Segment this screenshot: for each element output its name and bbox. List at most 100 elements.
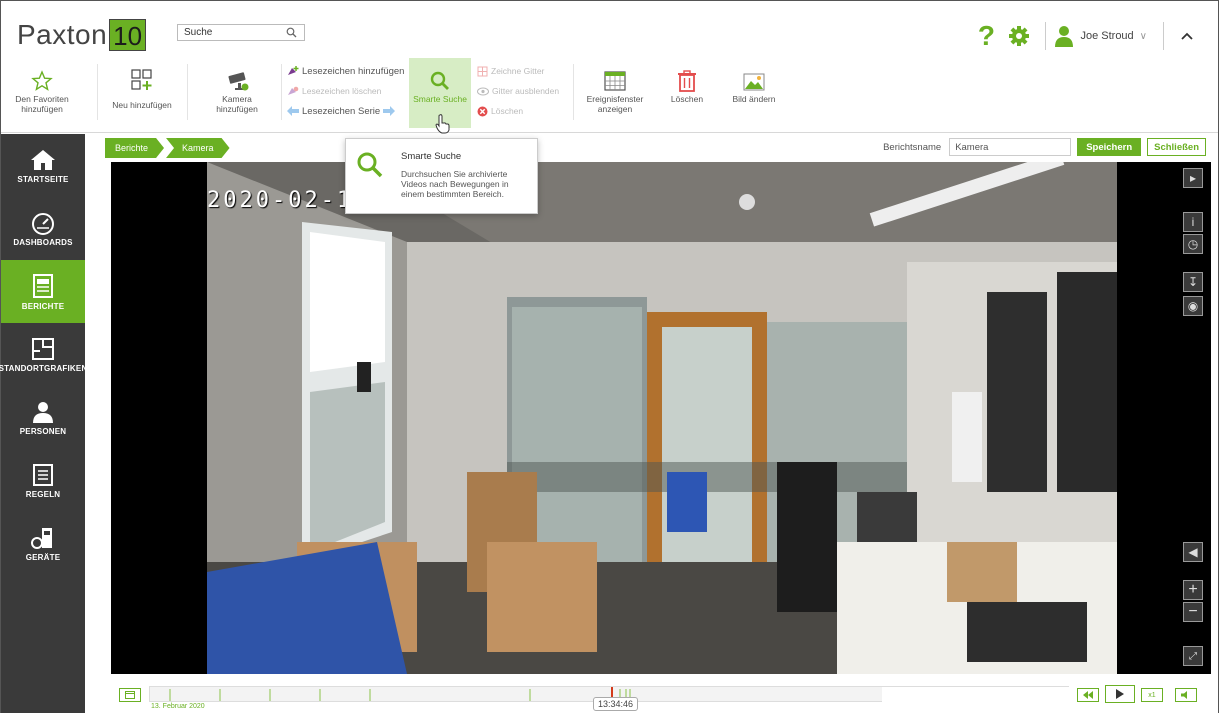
gear-icon[interactable] [1001,25,1037,47]
delete-button[interactable]: Löschen [665,58,709,128]
rewind-icon [1083,691,1093,699]
app-window: Paxton 10 ? [0,0,1219,713]
ribbon-toolbar: Den Favoriten hinzufügen Neu hinzufügen … [1,58,801,134]
download-icon[interactable]: ↧ [1183,272,1203,292]
search-box[interactable] [177,24,305,41]
header-actions: ? Joe Stroud ∨ [971,19,1202,53]
sidebar-item-label: GERÄTE [25,552,61,562]
chevron-up-icon[interactable] [1172,31,1202,41]
delete-bookmark-label: Lesezeichen löschen [302,86,382,96]
add-bookmark-button[interactable]: Lesezeichen hinzufügen [287,64,404,78]
trash-icon [678,70,696,92]
gauge-icon [32,212,54,235]
add-new-label: Neu hinzufügen [112,100,172,110]
camera-video-frame [207,162,1117,674]
breadcrumb-camera[interactable]: Kamera [166,138,230,158]
magnifier-icon [356,151,384,184]
event-window-button[interactable]: Ereignisfenster anzeigen [581,58,649,128]
delete-label: Löschen [670,94,704,104]
hide-grid-button[interactable]: Gitter ausblenden [477,84,559,98]
bookmark-series-label: Lesezeichen Serie [302,105,381,117]
add-favorites-button[interactable]: Den Favoriten hinzufügen [9,58,75,128]
snapshot-camera-icon[interactable]: ◉ [1183,296,1203,316]
rewind-button[interactable] [1077,688,1099,702]
add-grid-icon [131,69,152,90]
timeline[interactable]: 13. Februar 2020 13:34:46 x1 [111,682,1211,711]
search-icon[interactable] [282,25,300,40]
zoom-in-icon[interactable]: + [1183,580,1203,600]
sidebar-item-people[interactable]: PERSONEN [1,386,85,449]
audio-icon[interactable]: ◀ [1183,542,1203,562]
fullscreen-icon[interactable]: ⤢ [1183,646,1203,666]
sidebar: STARTSEITE DASHBOARDS BERICHTE STANDORTG… [0,134,88,713]
bookmark-delete-icon [288,86,299,95]
divider [1045,22,1047,50]
paxton-logo: Paxton 10 [17,19,147,51]
add-bookmark-label: Lesezeichen hinzufügen [302,65,405,77]
play-icon [1116,689,1124,699]
sidebar-item-label: DASHBOARDS [13,237,73,247]
user-name: Joe Stroud [1080,30,1134,42]
video-timestamp-overlay: 2020-02-1 [207,188,354,213]
divider [1163,22,1164,50]
camera-ptz-icon[interactable]: ▸ [1183,168,1203,188]
smart-search-button[interactable]: Smarte Suche [409,58,471,134]
sidebar-item-label: STANDORTGRAFIKEN [0,363,88,373]
help-icon[interactable]: ? [971,20,1001,52]
play-button[interactable] [1105,685,1135,703]
speed-button[interactable]: x1 [1141,688,1163,702]
user-icon [1055,26,1074,47]
calendar-icon [125,691,135,699]
volume-icon [1181,691,1187,699]
main-panel: Berichte Kamera Berichtsname Speichern S… [85,134,1218,713]
bookmark-series-button[interactable]: Lesezeichen Serie [287,104,404,118]
save-button[interactable]: Speichern [1077,138,1142,156]
add-camera-button[interactable]: Kamera hinzufügen [201,58,273,128]
logo-version: 10 [109,19,147,51]
delete-bookmark-button[interactable]: Lesezeichen löschen [287,84,404,98]
sidebar-item-dashboards[interactable]: DASHBOARDS [1,197,85,260]
eye-icon [477,87,489,95]
user-menu[interactable]: Joe Stroud ∨ [1054,25,1155,47]
bookmark-group: Lesezeichen hinzufügen Lesezeichen lösch… [287,64,404,118]
info-icon[interactable]: i [1183,212,1203,232]
change-image-button[interactable]: Bild ändern [725,58,783,128]
sidebar-item-label: REGELN [25,489,61,499]
close-button[interactable]: Schließen [1147,138,1206,156]
sidebar-item-reports[interactable]: BERICHTE [1,260,85,323]
grid-draw-icon [477,66,488,76]
arrow-right-icon [383,106,396,116]
calendar-grid-icon [604,71,626,91]
sidebar-item-devices[interactable]: GERÄTE [1,512,85,575]
timeline-date: 13. Februar 2020 [151,703,205,710]
draw-grid-button[interactable]: Zeichne Gitter [477,64,559,78]
divider [97,64,98,120]
chevron-down-icon: ∨ [1139,30,1147,42]
volume-button[interactable] [1175,688,1197,702]
sidebar-item-label: PERSONEN [19,426,67,436]
sidebar-item-rules[interactable]: REGELN [1,449,85,512]
event-window-label: Ereignisfenster anzeigen [586,94,644,114]
clock-icon[interactable]: ◷ [1183,234,1203,254]
delete-circle-icon [477,106,488,116]
search-input[interactable] [178,27,282,38]
timeline-calendar-button[interactable] [119,688,141,702]
add-favorites-label: Den Favoriten hinzufügen [15,94,69,114]
add-new-button[interactable]: Neu hinzufügen [105,58,179,128]
breadcrumb: Berichte Kamera [105,138,232,158]
zoom-out-icon[interactable]: − [1183,602,1203,622]
smart-search-tooltip: Smarte Suche Durchsuchen Sie archivierte… [345,138,538,214]
tooltip-body: Durchsuchen Sie archivierte Videos nach … [401,169,509,199]
video-player[interactable]: 2020-02-1 ▸ i ◷ ↧ ◉ ◀ + − ⤢ [111,162,1211,674]
hide-grid-label: Gitter ausblenden [492,86,560,96]
report-name-input[interactable] [949,138,1072,156]
arrow-left-icon [287,106,299,116]
smart-search-label: Smarte Suche [413,94,467,104]
sidebar-item-site-graphics[interactable]: STANDORTGRAFIKEN [0,323,88,386]
divider [187,64,188,120]
delete-grid-button[interactable]: Löschen [477,104,559,118]
sidebar-item-home[interactable]: STARTSEITE [1,134,85,197]
person-icon [33,401,53,423]
add-camera-label: Kamera hinzufügen [216,94,258,114]
breadcrumb-reports[interactable]: Berichte [105,138,164,158]
